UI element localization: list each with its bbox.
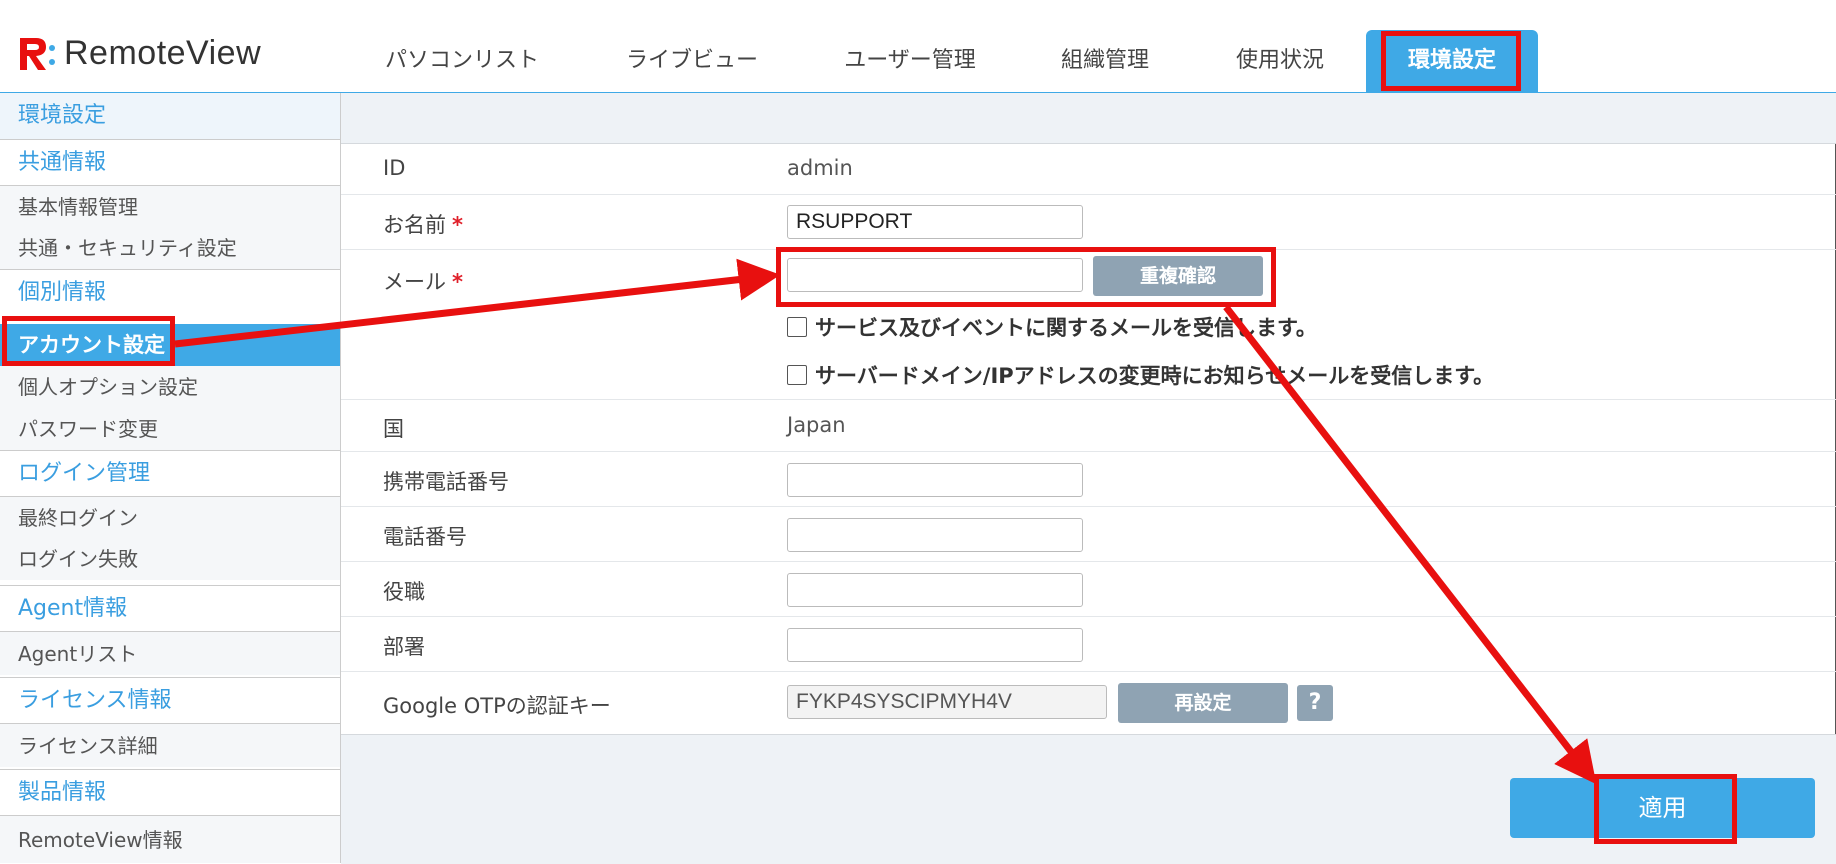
position-input[interactable] — [787, 573, 1083, 607]
phone-input[interactable] — [787, 518, 1083, 552]
row-name: お名前 * — [341, 195, 1836, 250]
row-id: ID admin — [341, 143, 1836, 195]
sidebar-title: 環境設定 — [0, 93, 340, 139]
name-label: お名前 * — [383, 213, 463, 237]
duplicate-check-button[interactable]: 重複確認 — [1093, 256, 1263, 296]
sidebar-item-basic-info[interactable]: 基本情報管理 — [0, 185, 340, 227]
top-header: RemoteView パソコンリスト ライブビュー ユーザー管理 組織管理 使用… — [0, 0, 1836, 94]
sidebar-section-license[interactable]: ライセンス情報 — [0, 677, 340, 723]
sidebar-item-login-fail[interactable]: ログイン失敗 — [0, 538, 340, 580]
main-top-band — [341, 93, 1836, 144]
required-mark: * — [452, 213, 463, 237]
mail-label: メール * — [383, 270, 463, 294]
sidebar-item-remoteview-info[interactable]: RemoteView情報 — [0, 815, 340, 863]
logo-text: RemoteView — [64, 34, 262, 72]
sidebar-section-personal[interactable]: 個別情報 — [0, 269, 340, 315]
service-mail-option[interactable]: サービス及びイベントに関するメールを受信します。 — [787, 312, 1317, 342]
row-department: 部署 — [341, 617, 1836, 672]
position-label: 役職 — [383, 580, 425, 604]
department-label: 部署 — [383, 635, 425, 659]
sidebar: 環境設定 共通情報 基本情報管理 共通・セキュリティ設定 個別情報 アカウント設… — [0, 93, 341, 863]
sidebar-item-personal-option[interactable]: 個人オプション設定 — [0, 366, 340, 408]
logo-icon — [18, 36, 56, 72]
tab-usage[interactable]: 使用状況 — [1215, 30, 1345, 92]
otp-label: Google OTPの認証キー — [383, 694, 611, 718]
tab-settings[interactable]: 環境設定 — [1366, 30, 1538, 92]
row-mail: メール * 重複確認 サービス及びイベントに関するメールを受信します。 サーバード… — [341, 250, 1836, 400]
tab-user-management[interactable]: ユーザー管理 — [830, 30, 990, 92]
mail-input[interactable] — [787, 258, 1083, 292]
row-otp: Google OTPの認証キー 再設定 ? — [341, 672, 1836, 734]
service-mail-checkbox[interactable] — [787, 317, 807, 337]
sidebar-section-product[interactable]: 製品情報 — [0, 769, 340, 815]
otp-key-field — [787, 685, 1107, 719]
mobile-label: 携帯電話番号 — [383, 470, 509, 494]
phone-label: 電話番号 — [383, 525, 467, 549]
sidebar-item-license-detail[interactable]: ライセンス詳細 — [0, 723, 340, 767]
server-notice-checkbox[interactable] — [787, 365, 807, 385]
sidebar-item-password[interactable]: パスワード変更 — [0, 408, 340, 450]
tab-organization[interactable]: 組織管理 — [1040, 30, 1170, 92]
department-input[interactable] — [787, 628, 1083, 662]
row-position: 役職 — [341, 562, 1836, 617]
required-mark: * — [452, 270, 463, 294]
sidebar-item-agent-list[interactable]: Agentリスト — [0, 631, 340, 675]
help-icon[interactable]: ? — [1297, 685, 1333, 721]
apply-button[interactable]: 適用 — [1510, 778, 1815, 838]
country-label: 国 — [383, 417, 404, 441]
id-value: admin — [787, 156, 853, 180]
sidebar-section-common[interactable]: 共通情報 — [0, 139, 340, 185]
row-country: 国 Japan — [341, 400, 1836, 452]
sidebar-item-account[interactable]: アカウント設定 — [0, 324, 340, 366]
tab-live-view[interactable]: ライブビュー — [612, 30, 772, 92]
row-phone: 電話番号 — [341, 507, 1836, 562]
sidebar-section-agent[interactable]: Agent情報 — [0, 585, 340, 631]
mobile-input[interactable] — [787, 463, 1083, 497]
sidebar-section-login[interactable]: ログイン管理 — [0, 450, 340, 496]
country-value: Japan — [787, 413, 846, 437]
id-label: ID — [383, 156, 406, 180]
server-notice-label: サーバードメイン/IPアドレスの変更時にお知らせメールを受信します。 — [815, 364, 1495, 388]
row-mobile: 携帯電話番号 — [341, 452, 1836, 507]
server-notice-option[interactable]: サーバードメイン/IPアドレスの変更時にお知らせメールを受信します。 — [787, 360, 1494, 390]
logo: RemoteView — [18, 34, 261, 73]
name-input[interactable] — [787, 205, 1083, 239]
service-mail-label: サービス及びイベントに関するメールを受信します。 — [815, 316, 1317, 340]
sidebar-item-last-login[interactable]: 最終ログイン — [0, 496, 340, 538]
otp-reset-button[interactable]: 再設定 — [1118, 683, 1288, 723]
sidebar-item-security[interactable]: 共通・セキュリティ設定 — [0, 227, 340, 269]
tab-pc-list[interactable]: パソコンリスト — [372, 30, 552, 92]
